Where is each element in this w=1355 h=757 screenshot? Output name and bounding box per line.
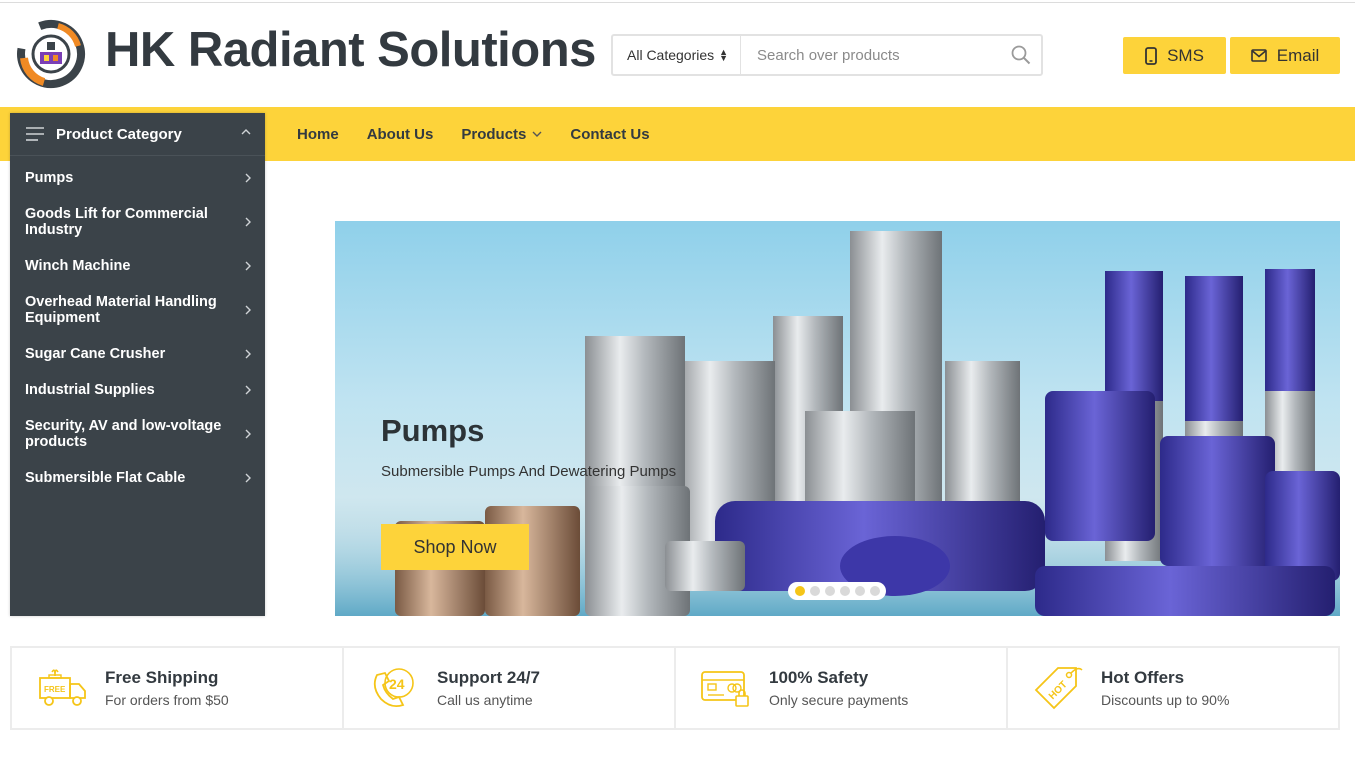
feature-free-shipping: FREE Free Shipping For orders from $50 xyxy=(12,648,344,728)
nav-contact-us[interactable]: Contact Us xyxy=(570,126,649,143)
nav-about-us[interactable]: About Us xyxy=(367,126,434,143)
feature-subtitle: For orders from $50 xyxy=(105,692,229,708)
category-item-label: Goods Lift for Commercial Industry xyxy=(25,206,208,238)
email-button[interactable]: Email xyxy=(1230,37,1340,74)
hamburger-menu-icon xyxy=(26,127,44,141)
nav-products[interactable]: Products xyxy=(461,126,542,143)
email-button-label: Email xyxy=(1276,45,1320,65)
category-item-winch-machine[interactable]: Winch Machine xyxy=(10,250,265,282)
search-bar: All Categories ▲ ▼ xyxy=(611,34,1043,76)
carousel-dot[interactable] xyxy=(854,586,865,596)
chevron-right-icon xyxy=(245,261,251,271)
category-item-label: Winch Machine xyxy=(25,258,131,274)
carousel-dot[interactable] xyxy=(809,586,820,596)
svg-text:24: 24 xyxy=(389,676,405,692)
category-select[interactable]: All Categories ▲ ▼ xyxy=(613,36,741,74)
chevron-down-icon xyxy=(532,131,542,137)
chevron-up-icon xyxy=(241,129,251,135)
carousel-dots xyxy=(788,582,886,600)
free-shipping-truck-icon: FREE xyxy=(39,669,86,706)
banner-title: Pumps xyxy=(381,413,485,448)
feature-subtitle: Only secure payments xyxy=(769,692,909,708)
sms-button[interactable]: SMS xyxy=(1123,37,1226,74)
feature-title: Free Shipping xyxy=(105,668,219,687)
category-list: Pumps Goods Lift for Commercial Industry… xyxy=(10,156,265,494)
category-item-sugar-cane-crusher[interactable]: Sugar Cane Crusher xyxy=(10,338,265,370)
feature-subtitle: Discounts up to 90% xyxy=(1101,692,1230,708)
support-24-7-icon: 24 xyxy=(373,668,414,708)
feature-title: 100% Safety xyxy=(769,668,869,687)
search-icon xyxy=(1011,45,1031,65)
feature-title: Hot Offers xyxy=(1101,668,1185,687)
banner-subtitle: Submersible Pumps And Dewatering Pumps xyxy=(381,463,677,480)
chevron-right-icon xyxy=(245,385,251,395)
feature-safety: 100% Safety Only secure payments xyxy=(676,648,1008,728)
sms-button-label: SMS xyxy=(1167,45,1204,65)
category-select-value: All Categories xyxy=(627,47,715,63)
envelope-icon xyxy=(1250,49,1267,62)
main-nav: Home About Us Products Contact Us xyxy=(297,107,650,161)
feature-subtitle: Call us anytime xyxy=(437,692,533,708)
brand-name[interactable]: HK Radiant Solutions xyxy=(105,22,596,78)
mobile-phone-icon xyxy=(1145,46,1157,65)
feature-support: 24 Support 24/7 Call us anytime xyxy=(344,648,676,728)
product-category-title: Product Category xyxy=(56,125,182,143)
category-item-overhead-material[interactable]: Overhead Material Handling Equipment xyxy=(10,286,265,334)
category-item-label: Submersible Flat Cable xyxy=(25,470,186,486)
carousel-dot[interactable] xyxy=(869,586,880,596)
chevron-right-icon xyxy=(245,473,251,483)
feature-hot-offers: HOT Hot Offers Discounts up to 90% xyxy=(1008,648,1338,728)
category-item-label: Pumps xyxy=(25,170,74,186)
top-divider xyxy=(0,2,1355,3)
hot-offer-tag-icon: HOT xyxy=(1034,667,1083,710)
select-arrows-icon: ▲ ▼ xyxy=(719,47,728,63)
carousel-dot[interactable] xyxy=(839,586,850,596)
nav-home-label: Home xyxy=(297,125,339,143)
nav-products-label: Products xyxy=(461,125,527,143)
search-button[interactable] xyxy=(1001,36,1041,74)
category-item-pumps[interactable]: Pumps xyxy=(10,162,265,194)
hero-banner[interactable]: Pumps Submersible Pumps And Dewatering P… xyxy=(335,221,1340,616)
svg-text:FREE: FREE xyxy=(44,685,66,694)
chevron-right-icon xyxy=(245,217,251,227)
chevron-right-icon xyxy=(245,429,251,439)
category-item-submersible-flat-cable[interactable]: Submersible Flat Cable xyxy=(10,462,265,494)
nav-about-us-label: About Us xyxy=(366,125,434,143)
features-strip: FREE Free Shipping For orders from $50 2… xyxy=(10,646,1340,730)
chevron-right-icon xyxy=(245,173,251,183)
nav-contact-us-label: Contact Us xyxy=(570,125,650,143)
category-item-security-av[interactable]: Security, AV and low-voltage products xyxy=(10,410,265,458)
chevron-right-icon xyxy=(245,349,251,359)
nav-home[interactable]: Home xyxy=(297,126,339,143)
category-item-goods-lift[interactable]: Goods Lift for Commercial Industry xyxy=(10,198,265,246)
feature-title: Support 24/7 xyxy=(437,668,540,687)
category-item-label: Sugar Cane Crusher xyxy=(25,346,166,362)
carousel-dot[interactable] xyxy=(794,586,805,596)
category-item-label: Industrial Supplies xyxy=(25,382,155,398)
category-item-label: Overhead Material Handling Equipment xyxy=(25,294,217,326)
shop-now-button[interactable]: Shop Now xyxy=(381,524,529,570)
product-category-sidebar: Product Category Pumps Goods Lift for Co… xyxy=(10,113,265,616)
svg-text:HOT: HOT xyxy=(1047,679,1070,702)
product-category-header[interactable]: Product Category xyxy=(10,113,265,156)
category-item-industrial-supplies[interactable]: Industrial Supplies xyxy=(10,374,265,406)
company-logo-icon[interactable] xyxy=(14,18,88,90)
carousel-dot[interactable] xyxy=(824,586,835,596)
search-input[interactable] xyxy=(741,36,1001,74)
category-item-label: Security, AV and low-voltage products xyxy=(25,418,222,450)
chevron-right-icon xyxy=(245,305,251,315)
secure-payment-card-icon xyxy=(701,671,749,707)
